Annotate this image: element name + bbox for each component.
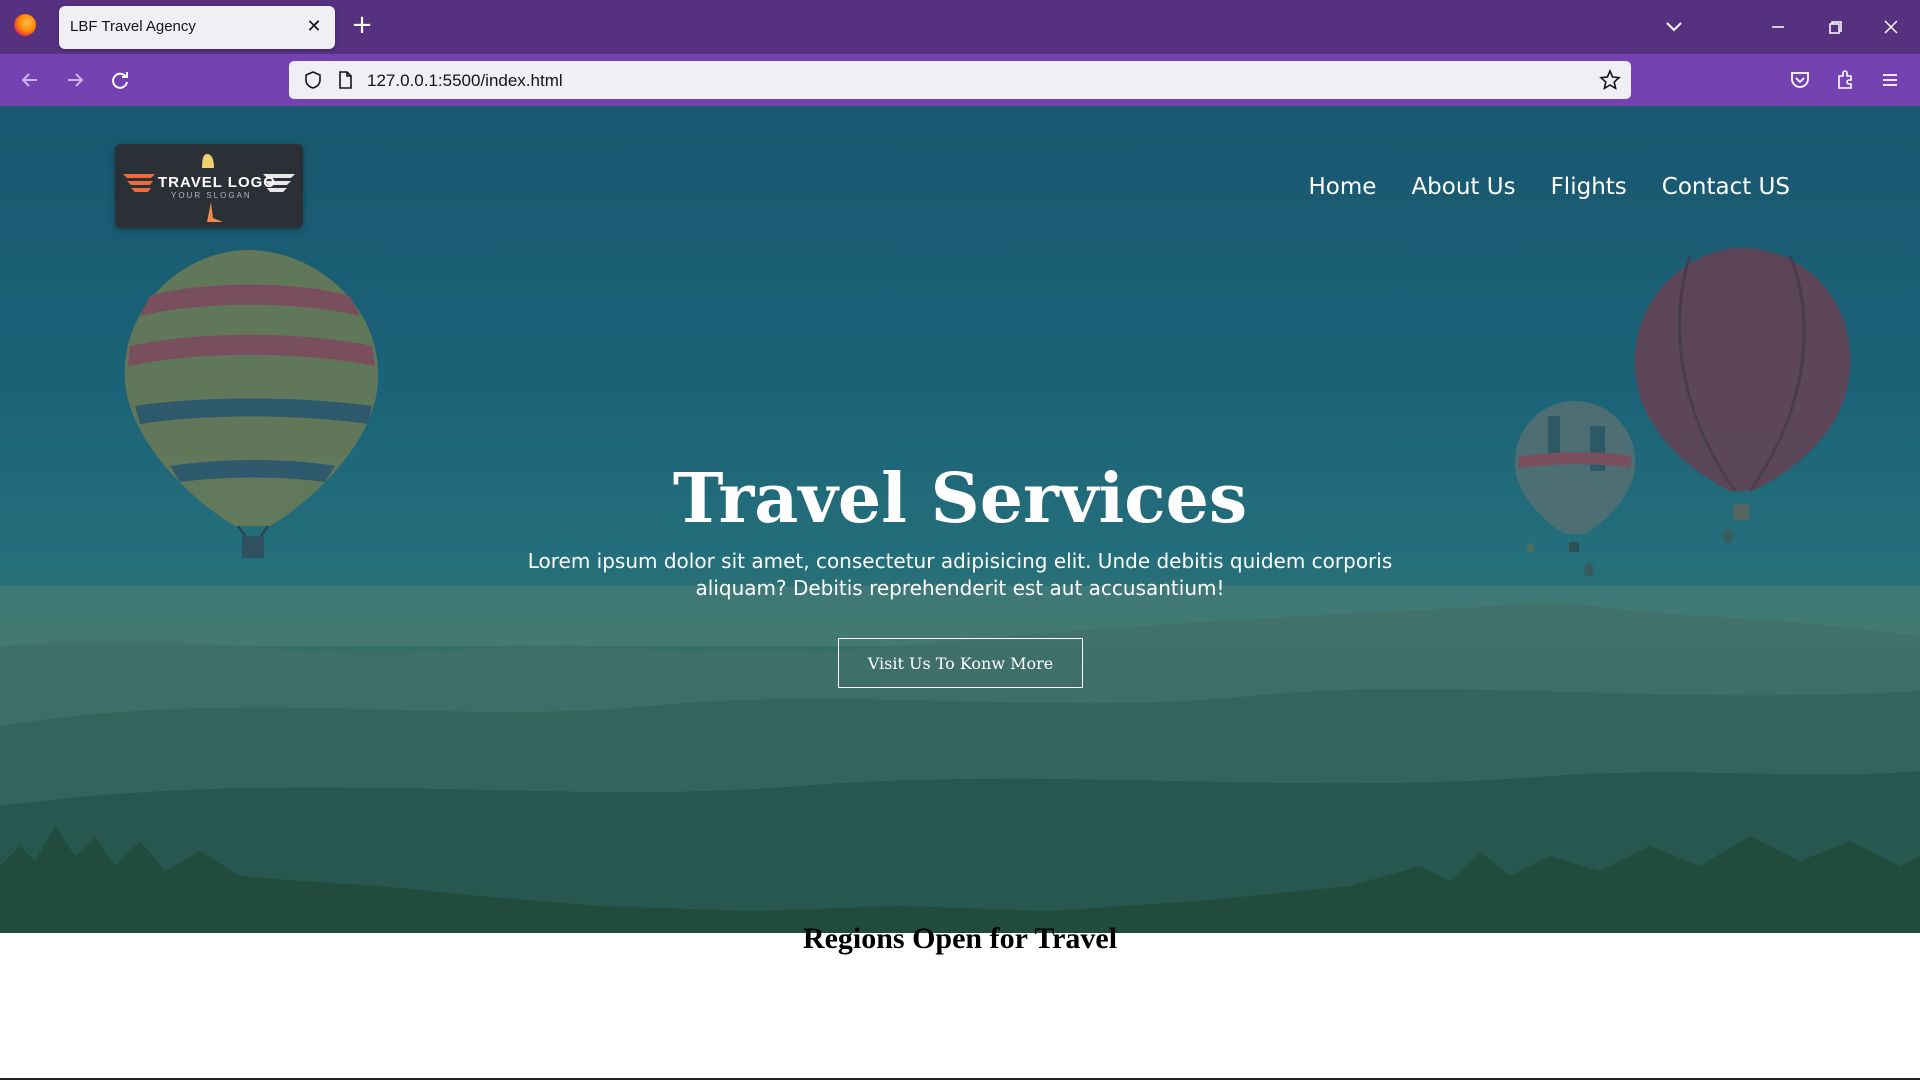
visit-more-button[interactable]: Visit Us To Konw More [838,638,1083,688]
firefox-icon[interactable] [14,14,36,36]
restore-icon[interactable] [1822,14,1848,40]
browser-tab-bar: LBF Travel Agency ✕ + [0,0,1920,54]
tab-close-icon[interactable]: ✕ [303,16,325,38]
list-all-tabs-icon[interactable] [1662,14,1686,42]
new-tab-icon[interactable]: + [349,12,375,39]
minimize-icon[interactable] [1765,14,1791,40]
extensions-icon[interactable] [1830,65,1860,95]
browser-tab[interactable]: LBF Travel Agency ✕ [59,6,335,49]
forward-icon[interactable] [60,65,90,95]
shield-icon[interactable] [303,70,323,94]
page-viewport: TRAVEL LOGO YOUR SLOGAN Home About Us Fl… [0,106,1920,1080]
logo-text: TRAVEL LOGO [158,174,276,191]
tab-title: LBF Travel Agency [70,18,196,35]
bookmark-star-icon[interactable] [1599,68,1621,95]
regions-section-title: Regions Open for Travel [802,922,1118,955]
nav-contact-us[interactable]: Contact US [1662,174,1790,200]
nav-home[interactable]: Home [1309,174,1377,200]
close-window-icon[interactable] [1878,14,1904,40]
main-nav: Home About Us Flights Contact US [1309,174,1790,200]
nav-about-us[interactable]: About Us [1411,174,1515,200]
pocket-icon[interactable] [1785,65,1815,95]
url-text[interactable]: 127.0.0.1:5500/index.html [367,71,563,91]
logo-slogan: YOUR SLOGAN [171,191,252,200]
page-icon [335,70,355,94]
url-bar[interactable]: 127.0.0.1:5500/index.html [289,61,1631,99]
browser-nav-bar: 127.0.0.1:5500/index.html [0,54,1920,106]
hero-title: Travel Services [672,459,1248,539]
nav-flights[interactable]: Flights [1551,174,1627,200]
hero-description: Lorem ipsum dolor sit amet, consectetur … [527,549,1393,600]
menu-icon[interactable] [1875,65,1905,95]
back-icon[interactable] [15,65,45,95]
site-logo[interactable]: TRAVEL LOGO YOUR SLOGAN [115,144,303,228]
reload-icon[interactable] [105,65,135,95]
hero-section: TRAVEL LOGO YOUR SLOGAN Home About Us Fl… [0,106,1920,933]
